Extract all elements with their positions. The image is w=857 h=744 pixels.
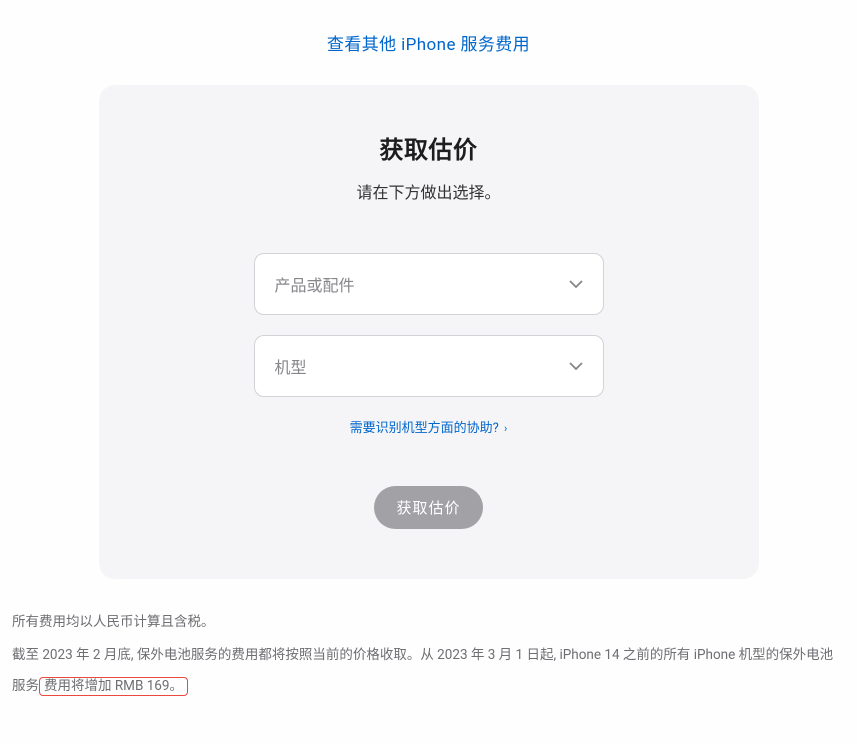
card-title: 获取估价 [139, 130, 719, 165]
help-link-text: 需要识别机型方面的协助? [350, 421, 499, 436]
card-subtitle: 请在下方做出选择。 [139, 179, 719, 203]
model-select-placeholder: 机型 [275, 354, 307, 378]
product-select-placeholder: 产品或配件 [275, 272, 355, 296]
estimate-card: 获取估价 请在下方做出选择。 产品或配件 机型 需要识别机型方面的协助? › 获… [99, 85, 759, 579]
chevron-down-icon [569, 280, 583, 288]
chevron-down-icon [569, 362, 583, 370]
footer-line-2: 截至 2023 年 2 月底, 保外电池服务的费用都将按照当前的价格收取。从 2… [12, 640, 845, 702]
model-select[interactable]: 机型 [254, 335, 604, 397]
get-estimate-button[interactable]: 获取估价 [374, 486, 482, 529]
help-link-container: 需要识别机型方面的协助? › [139, 417, 719, 436]
top-link-container: 查看其他 iPhone 服务费用 [0, 0, 857, 85]
footer-text: 所有费用均以人民币计算且含税。 截至 2023 年 2 月底, 保外电池服务的费… [0, 599, 857, 702]
other-services-link[interactable]: 查看其他 iPhone 服务费用 [327, 35, 530, 55]
chevron-right-icon: › [504, 422, 507, 435]
product-select[interactable]: 产品或配件 [254, 253, 604, 315]
price-increase-highlight: 费用将增加 RMB 169。 [39, 677, 188, 696]
footer-line-1: 所有费用均以人民币计算且含税。 [12, 607, 845, 638]
identify-model-help-link[interactable]: 需要识别机型方面的协助? › [350, 421, 508, 436]
